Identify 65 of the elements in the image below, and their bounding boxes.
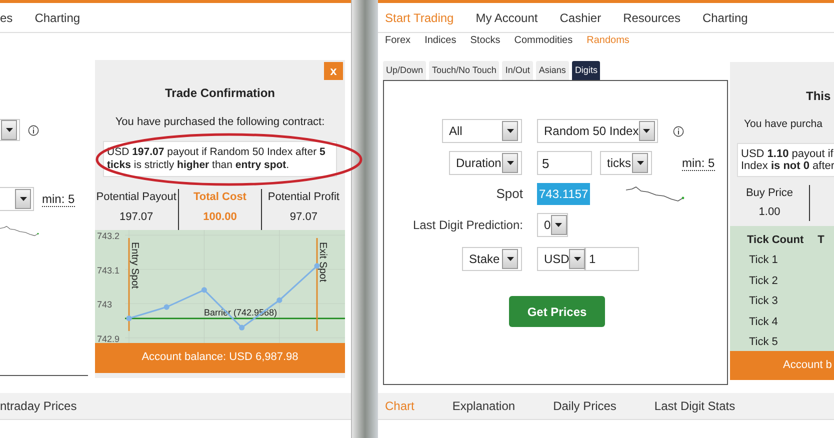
contract-description: USD 1.10 payout if Index is not 0 after: [737, 142, 834, 177]
amount-field[interactable]: 1: [585, 247, 639, 271]
sparkline: [626, 186, 686, 202]
nav-link[interactable]: My Account: [476, 8, 538, 26]
prediction-select[interactable]: 0: [537, 213, 568, 237]
bottom-tab[interactable]: Last Digit Stats: [654, 397, 736, 415]
dialog-subtitle: You have purchased the following contract:: [114, 115, 326, 130]
price-point: [239, 324, 245, 330]
contract-tab[interactable]: In/Out: [502, 61, 533, 80]
nav-link[interactable]: Resources: [623, 8, 680, 26]
bottom-tab[interactable]: Daily Prices: [553, 397, 616, 415]
dialog-subtitle: You have purcha: [743, 117, 822, 132]
axis-label: 743: [97, 299, 112, 310]
spot-value: 743.1157: [537, 183, 590, 205]
price-point: [164, 304, 170, 310]
prediction-label: Last Digit Prediction:: [412, 217, 523, 234]
column-header: T: [818, 232, 824, 248]
nav-link[interactable]: Charting: [34, 8, 80, 26]
table-cell-text: Tick 4: [748, 314, 778, 330]
market-select[interactable]: All: [442, 119, 522, 143]
contract-tab[interactable]: Touch/No Touch: [429, 61, 500, 80]
axis-label: 743.2: [97, 230, 120, 241]
info-icon[interactable]: [673, 126, 684, 136]
price-point: [276, 296, 282, 302]
table-cell-text: Tick 3: [748, 294, 778, 310]
account-balance-bar: Account balance: USD 6,987.98: [95, 342, 345, 372]
contract-tab[interactable]: Asians: [536, 61, 569, 80]
duration-unit-select[interactable]: ticks: [600, 151, 652, 175]
sparkline: [0, 223, 40, 239]
min-duration-hint: min: 5: [682, 156, 715, 170]
spot-label: Spot: [495, 185, 523, 204]
table-cell-text: Tick 1: [748, 253, 778, 268]
summary-cell: Buy Price 1.00: [730, 184, 810, 221]
column-header: Tick Count: [747, 232, 804, 248]
annotation: Entry Spot: [129, 242, 140, 288]
duration-type-select[interactable]: Duration: [449, 151, 522, 175]
nav-link[interactable]: Charting: [702, 8, 748, 26]
price-point: [201, 286, 207, 292]
nav-link[interactable]: es: [0, 8, 13, 26]
submenu-link[interactable]: Indices: [424, 33, 456, 48]
contract-tab[interactable]: Up/Down: [383, 61, 426, 80]
min-duration-hint: min: 5: [42, 192, 75, 206]
currency-select[interactable]: USD: [537, 247, 585, 271]
contract-tab[interactable]: Digits: [572, 61, 600, 80]
bottom-tab[interactable]: ntraday Prices: [0, 397, 77, 415]
dialog-title: This: [805, 88, 832, 105]
nav-link[interactable]: Cashier: [560, 8, 602, 26]
info-icon[interactable]: [28, 124, 39, 136]
submenu-link[interactable]: Stocks: [470, 33, 500, 48]
bottom-tab[interactable]: Explanation: [452, 397, 516, 415]
duration-field[interactable]: 5: [537, 151, 592, 175]
table-cell-text: Tick 5: [748, 335, 778, 350]
amount-type-select[interactable]: Stake: [462, 247, 522, 271]
get-prices-button[interactable]: Get Prices: [509, 296, 605, 327]
account-balance-bar: Account b: [730, 350, 834, 380]
dialog-title: Trade Confirmation: [164, 85, 276, 102]
axis-label: 742.9: [97, 333, 120, 342]
submenu-link[interactable]: Commodities: [514, 33, 573, 48]
annotation: Exit Spot: [317, 242, 328, 282]
summary-cell-text: Potential Payout 197.07: [95, 190, 178, 225]
axis-label: 743.1: [97, 264, 120, 275]
price-point: [126, 315, 132, 321]
submenu-link[interactable]: Forex: [385, 33, 411, 48]
symbol-select[interactable]: Random 50 Index: [537, 119, 658, 143]
table-cell-text: Tick 2: [748, 274, 778, 289]
